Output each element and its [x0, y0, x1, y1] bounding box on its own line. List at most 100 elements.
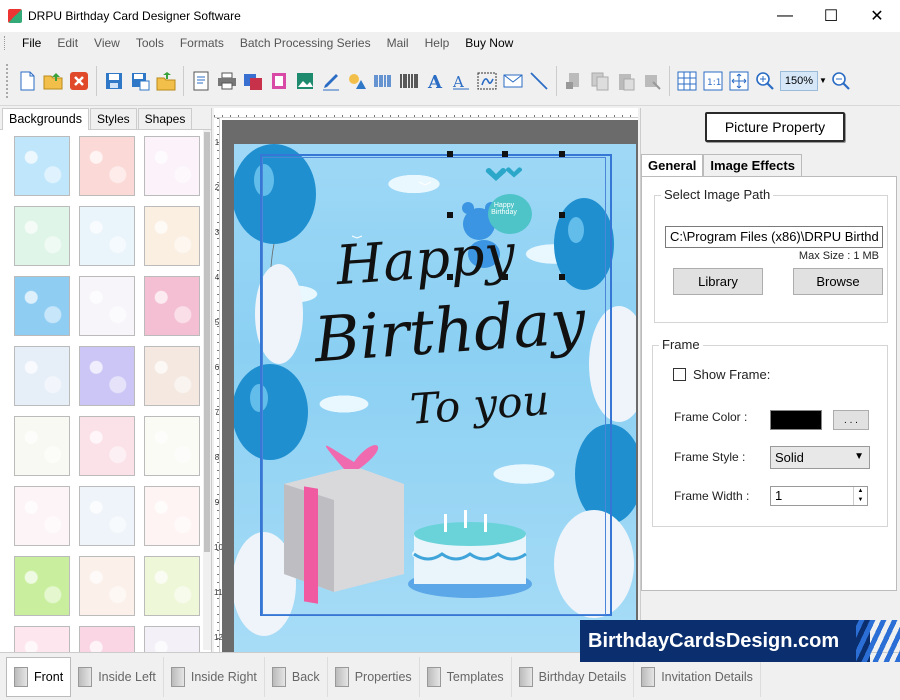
- background-thumbnail[interactable]: [14, 486, 70, 546]
- background-thumbnail[interactable]: [79, 416, 135, 476]
- background-thumbnail[interactable]: [79, 206, 135, 266]
- stepper-arrows-icon[interactable]: ▲ ▼: [853, 487, 867, 505]
- tab-inside-left-label: Inside Left: [98, 669, 156, 684]
- tab-back[interactable]: Back: [265, 656, 328, 697]
- save-icon[interactable]: [102, 69, 126, 93]
- tab-templates[interactable]: Templates: [420, 656, 512, 697]
- wordart-icon[interactable]: A: [449, 69, 473, 93]
- minimize-button[interactable]: —: [762, 0, 808, 32]
- menu-view[interactable]: View: [86, 36, 128, 50]
- tab-front[interactable]: Front: [6, 656, 72, 697]
- tab-general[interactable]: General: [641, 154, 704, 177]
- card-text-to-you[interactable]: To you: [408, 375, 551, 434]
- background-thumbnail[interactable]: [144, 346, 200, 406]
- print-preview-icon[interactable]: [241, 69, 265, 93]
- tab-inside-right[interactable]: Inside Right: [164, 656, 265, 697]
- background-thumbnail[interactable]: [79, 486, 135, 546]
- menu-formats[interactable]: Formats: [172, 36, 232, 50]
- menu-mail[interactable]: Mail: [379, 36, 417, 50]
- menu-buy-now[interactable]: Buy Now: [457, 36, 521, 50]
- signature-icon[interactable]: [475, 69, 499, 93]
- menu-edit[interactable]: Edit: [49, 36, 86, 50]
- selection-handle[interactable]: [447, 274, 453, 280]
- background-thumbnail[interactable]: [14, 556, 70, 616]
- browse-button[interactable]: Browse: [793, 268, 883, 295]
- text-icon[interactable]: A: [423, 69, 447, 93]
- zoom-in-icon[interactable]: [753, 69, 777, 93]
- save-as-icon[interactable]: [128, 69, 152, 93]
- menu-batch-processing[interactable]: Batch Processing Series: [232, 36, 379, 50]
- zoom-out-icon[interactable]: [829, 69, 853, 93]
- image-icon[interactable]: [293, 69, 317, 93]
- tab-invitation-details[interactable]: Invitation Details: [634, 656, 761, 697]
- background-thumbnail[interactable]: [14, 136, 70, 196]
- selection-handle[interactable]: [447, 212, 453, 218]
- background-thumbnail[interactable]: [144, 486, 200, 546]
- email-icon[interactable]: [501, 69, 525, 93]
- show-frame-checkbox[interactable]: [673, 368, 686, 381]
- image-path-input[interactable]: C:\Program Files (x86)\DRPU Birthd: [665, 226, 883, 248]
- copy-icon[interactable]: [588, 69, 612, 93]
- properties-icon[interactable]: [189, 69, 213, 93]
- fit-icon[interactable]: [727, 69, 751, 93]
- background-thumbnail[interactable]: [14, 346, 70, 406]
- selection-handle[interactable]: [559, 212, 565, 218]
- tab-image-effects[interactable]: Image Effects: [703, 154, 802, 176]
- background-thumbnail[interactable]: [144, 556, 200, 616]
- paste-icon[interactable]: [614, 69, 638, 93]
- delete-icon[interactable]: [640, 69, 664, 93]
- selection-handle[interactable]: [559, 274, 565, 280]
- maximize-button[interactable]: ☐: [808, 0, 854, 32]
- selection-handle[interactable]: [559, 151, 565, 157]
- barcode2-icon[interactable]: [397, 69, 421, 93]
- line-icon[interactable]: [527, 69, 551, 93]
- menu-tools[interactable]: Tools: [128, 36, 172, 50]
- background-thumbnail[interactable]: [144, 206, 200, 266]
- barcode-icon[interactable]: [371, 69, 395, 93]
- menu-help[interactable]: Help: [417, 36, 458, 50]
- zoom-level-field[interactable]: 150%: [780, 70, 818, 91]
- close-button[interactable]: ✕: [854, 0, 900, 32]
- background-thumbnail[interactable]: [14, 276, 70, 336]
- shapes-icon[interactable]: [345, 69, 369, 93]
- background-thumbnail[interactable]: [79, 556, 135, 616]
- selection-handle[interactable]: [502, 274, 508, 280]
- card-text-happy[interactable]: Happy: [334, 222, 517, 297]
- background-thumbnail[interactable]: [79, 346, 135, 406]
- print-icon[interactable]: [215, 69, 239, 93]
- frame-width-stepper[interactable]: 1 ▲ ▼: [770, 486, 868, 506]
- background-thumbnail[interactable]: [144, 416, 200, 476]
- frame-style-select[interactable]: Solid ▼: [770, 446, 870, 469]
- tab-properties[interactable]: Properties: [328, 656, 420, 697]
- card-preview[interactable]: Happy Birthday Happy Birthday To you: [234, 144, 636, 652]
- pen-icon[interactable]: [319, 69, 343, 93]
- frame-color-picker-button[interactable]: . . .: [833, 410, 869, 430]
- background-thumbnail[interactable]: [14, 416, 70, 476]
- background-thumbnail[interactable]: [144, 276, 200, 336]
- zoom-dropdown-icon[interactable]: ▼: [818, 76, 828, 85]
- copy-format-icon[interactable]: [267, 69, 291, 93]
- left-panel-scrollbar[interactable]: [203, 130, 211, 650]
- tab-inside-left[interactable]: Inside Left: [71, 656, 164, 697]
- tab-styles[interactable]: Styles: [89, 108, 137, 129]
- background-thumbnail[interactable]: [79, 136, 135, 196]
- actual-size-icon[interactable]: 1:1: [701, 69, 725, 93]
- selection-handle[interactable]: [502, 151, 508, 157]
- picture-property-button[interactable]: Picture Property: [705, 112, 845, 142]
- export-icon[interactable]: [154, 69, 178, 93]
- new-icon[interactable]: [15, 69, 39, 93]
- tab-birthday-details[interactable]: Birthday Details: [512, 656, 635, 697]
- selection-handle[interactable]: [447, 151, 453, 157]
- cut-icon[interactable]: [562, 69, 586, 93]
- background-thumbnail[interactable]: [144, 136, 200, 196]
- background-thumbnail[interactable]: [79, 276, 135, 336]
- tab-shapes[interactable]: Shapes: [137, 108, 193, 129]
- menu-file[interactable]: File: [14, 36, 49, 50]
- background-thumbnail[interactable]: [14, 206, 70, 266]
- grid-icon[interactable]: [675, 69, 699, 93]
- close-file-icon[interactable]: [67, 69, 91, 93]
- library-button[interactable]: Library: [673, 268, 763, 295]
- frame-color-swatch[interactable]: [770, 410, 822, 430]
- open-icon[interactable]: [41, 69, 65, 93]
- tab-backgrounds[interactable]: Backgrounds: [2, 108, 89, 130]
